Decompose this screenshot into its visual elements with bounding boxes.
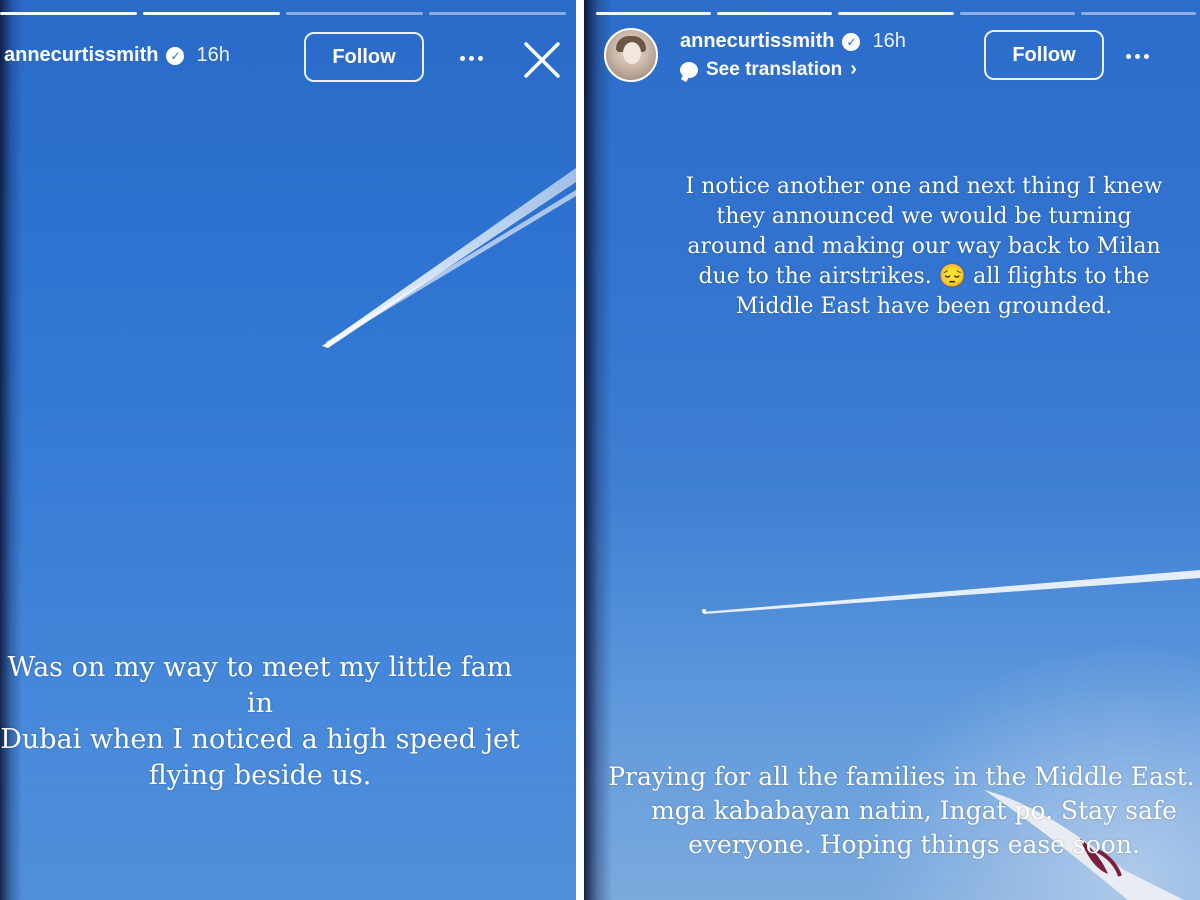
username[interactable]: annecurtissmith [680,30,834,53]
username[interactable]: annecurtissmith [4,44,158,67]
story-caption: Was on my way to meet my little fam in D… [0,650,520,794]
follow-button[interactable]: Follow [984,30,1104,80]
caption-line: due to the airstrikes. 😔 all flights to … [698,264,1150,289]
translation-bubble-icon [680,61,698,78]
caption-line: Was on my way to meet my little fam in [7,652,513,719]
verified-badge-icon: ✓ [842,32,861,51]
caption-line: Dubai when I noticed a high speed jet [0,724,520,755]
progress-segment [838,12,954,15]
progress-segment [143,12,280,15]
progress-segment [596,12,712,15]
follow-button[interactable]: Follow [304,32,424,82]
caption-line: flying beside us. [148,760,372,791]
story-panel-left[interactable]: annecurtissmith ✓ 16h Follow Was on my w… [0,0,576,900]
caption-line: they announced we would be turning [716,204,1132,229]
progress-segment [959,12,1075,15]
caption-line: Middle East have been grounded. [735,294,1113,319]
caption-line: mga kababayan natin, Ingat po. Stay safe [651,796,1177,825]
user-line: annecurtissmith ✓ 16h [4,44,230,67]
post-time: 16h [872,30,906,52]
progress-segment [286,12,423,15]
story-header: annecurtissmith ✓ 16h See translation › … [584,28,1200,88]
progress-segment [1080,12,1197,15]
verified-badge-icon: ✓ [166,46,185,65]
more-options-icon[interactable] [460,56,483,61]
post-time: 16h [196,44,230,66]
story-progress-bar [0,12,566,15]
progress-segment [0,12,137,15]
caption-line: I notice another one and next thing I kn… [685,174,1163,199]
story-caption-top: I notice another one and next thing I kn… [654,172,1194,322]
caption-line: everyone. Hoping things ease soon. [688,830,1140,859]
caption-line: around and making our way back to Milan [687,234,1161,259]
story-header: annecurtissmith ✓ 16h Follow [0,28,576,88]
see-translation-link[interactable]: See translation › [680,58,857,81]
close-icon[interactable] [520,38,564,82]
progress-segment [429,12,566,15]
see-translation-label: See translation [706,58,843,80]
chevron-right-icon: › [850,58,857,80]
avatar[interactable] [604,28,658,82]
progress-segment [717,12,833,15]
more-options-icon[interactable] [1126,54,1149,59]
story-panel-right[interactable]: annecurtissmith ✓ 16h See translation › … [584,0,1200,900]
story-caption-bottom: Praying for all the families in the Midd… [604,760,1200,862]
caption-line: Praying for all the families in the Midd… [608,762,1200,791]
user-line: annecurtissmith ✓ 16h [680,30,906,53]
story-progress-bar [596,12,1197,15]
